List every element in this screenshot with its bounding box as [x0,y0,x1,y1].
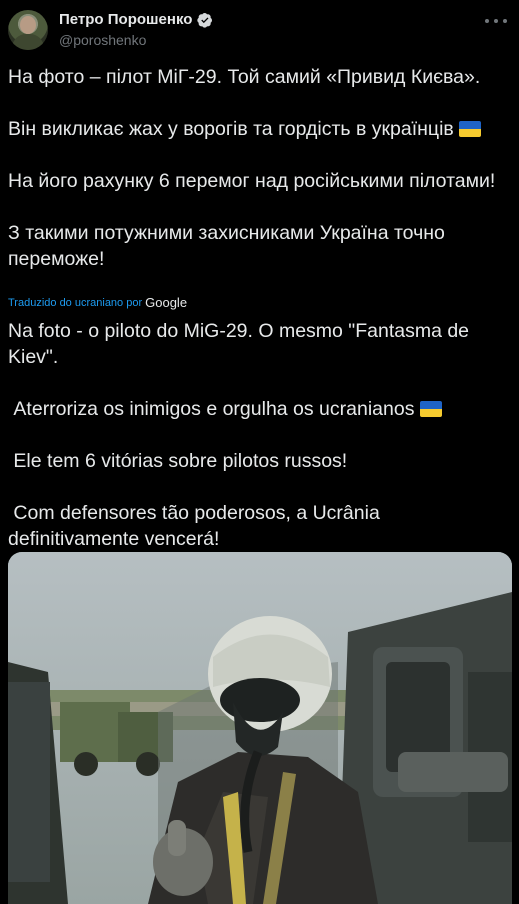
tweet-header: Петро Порошенко @poroshenko [0,0,519,62]
verified-badge-icon [197,12,213,28]
author-avatar[interactable] [8,10,48,50]
tweet-text: На фото – пілот МіГ-29. Той самий «Приви… [8,64,514,272]
translated-text: Na foto - o piloto do MiG-29. O mesmo "F… [8,318,514,552]
translated-paragraph-4: Com defensores tão poderosos, a Ucrânia … [8,502,386,550]
translated-paragraph-3: Ele tem 6 vitórias sobre pilotos russos! [8,450,348,472]
translated-paragraph-1: Na foto - o piloto do MiG-29. O mesmo "F… [8,320,475,368]
author-handle[interactable]: @poroshenko [59,32,146,48]
google-logo: Google [145,295,188,310]
translation-label: Traduzido do ucraniano por [8,296,143,309]
tweet-photo[interactable] [8,552,512,904]
author-name-row[interactable]: Петро Порошенко [59,11,213,28]
ukraine-flag-icon [459,121,482,137]
ukraine-flag-icon [419,401,442,417]
translated-paragraph-2: Aterroriza os inimigos e orgulha os ucra… [8,398,415,420]
author-name[interactable]: Петро Порошенко [59,11,192,28]
tweet-paragraph-1: На фото – пілот МіГ-29. Той самий «Приви… [8,66,481,88]
pilot-cockpit-image [8,552,512,904]
translation-attribution[interactable]: Traduzido do ucraniano por Google [8,295,187,310]
more-options-icon[interactable] [485,12,507,30]
tweet-paragraph-3: На його рахунку 6 перемог над російським… [8,170,496,192]
tweet-paragraph-2: Він викликає жах у ворогів та гордість в… [8,118,454,140]
tweet-paragraph-4: З такими потужними захисниками Україна т… [8,222,451,270]
